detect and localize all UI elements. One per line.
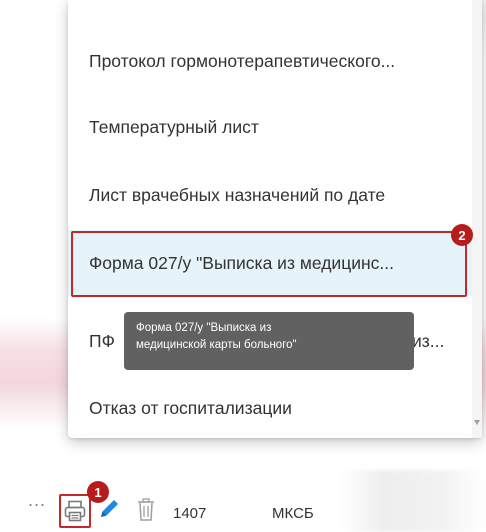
menu-item-label: Температурный лист [89,116,259,137]
menu-item-label: Протокол гормонотерапевтического... [89,50,396,71]
menu-item-hormone-protocol[interactable]: Протокол гормонотерапевтического... [68,28,472,94]
printer-icon[interactable] [63,499,87,523]
menu-item-prescriptions-by-date[interactable]: Лист врачебных назначений по дате [68,162,472,228]
step-badge-1: 1 [87,481,109,503]
menu-item-label: ПФ [89,330,115,351]
highlight-frame-menu-item [71,231,467,297]
step-badge-2: 2 [451,224,473,246]
row-type-cell: МКСБ [272,505,314,522]
menu-item-temperature-sheet[interactable]: Температурный лист [68,94,472,160]
menu-item-label: Отказ от госпитализации [89,397,292,418]
tooltip-line-2: медицинской карты больного" [136,339,297,351]
print-forms-menu: Протокол гормонотерапевтического... Темп… [68,0,482,438]
tooltip: Форма 027/у "Выписка из медицинской карт… [124,312,414,370]
scroll-down-icon[interactable] [474,420,480,425]
menu-scrollbar[interactable] [472,0,482,438]
trash-icon[interactable] [135,497,157,523]
more-icon[interactable]: ... [28,490,46,511]
menu-item-label-end: из... [412,330,445,351]
background-cell-blurred [340,470,486,532]
row-number-cell: 1407 [173,505,207,522]
menu-item-hospitalization-refusal[interactable]: Отказ от госпитализации [68,375,472,441]
tooltip-line-1: Форма 027/у "Выписка из [136,322,272,334]
menu-item-label: Лист врачебных назначений по дате [89,184,386,205]
